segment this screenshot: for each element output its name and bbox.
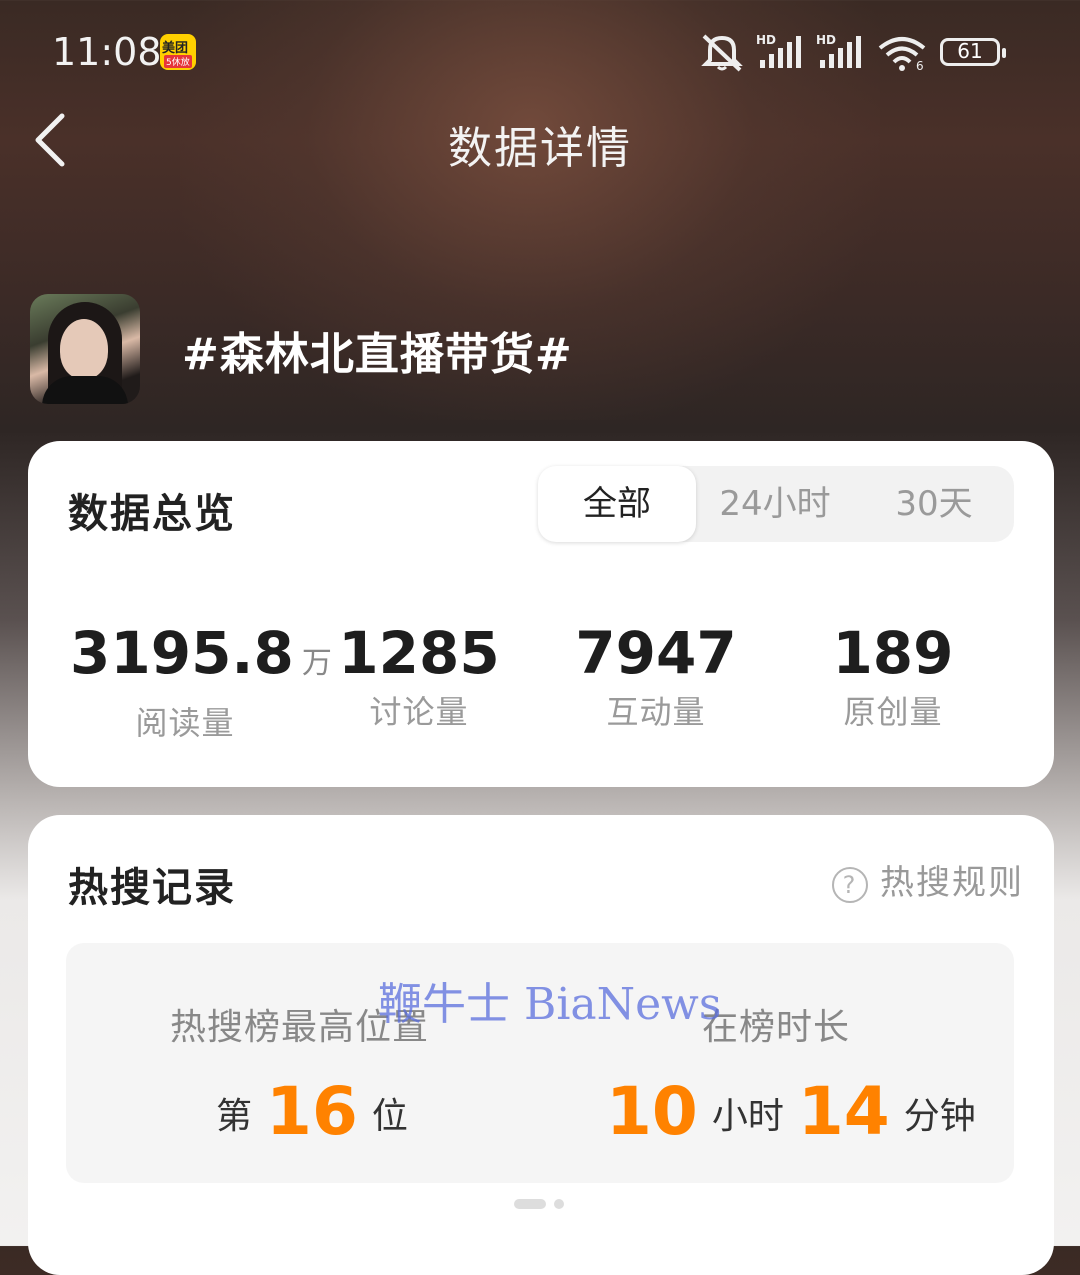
stat-interactions-value: 7947 bbox=[575, 619, 737, 687]
topic-avatar[interactable] bbox=[30, 294, 140, 404]
hot-search-title: 热搜记录 bbox=[68, 865, 236, 911]
question-circle-icon: ? bbox=[832, 866, 868, 903]
wifi-icon: 6 bbox=[878, 37, 926, 72]
tab-30d[interactable]: 30天 bbox=[854, 466, 1014, 542]
status-bar: 11:08 美团 5休放 HD HD 6 61 bbox=[0, 0, 1080, 100]
duration-minutes: 14 bbox=[797, 1073, 890, 1150]
battery-level: 61 bbox=[957, 39, 983, 63]
stat-discussions: 1285 讨论量 bbox=[304, 621, 534, 733]
page-dot bbox=[554, 1199, 564, 1209]
stat-reads: 3195.8 万 阅读量 bbox=[70, 619, 332, 744]
svg-text:HD: HD bbox=[756, 34, 776, 47]
stat-discussions-label: 讨论量 bbox=[369, 693, 469, 731]
battery-icon: 61 bbox=[940, 38, 1006, 66]
mute-icon bbox=[701, 34, 743, 72]
overview-card: 数据总览 全部 24小时 30天 3195.8 万 阅读量 1285 讨论量 79… bbox=[28, 441, 1054, 787]
rank-prefix: 第 bbox=[216, 1096, 253, 1137]
duration-label: 在榜时长 bbox=[702, 1007, 851, 1048]
rank-suffix: 位 bbox=[371, 1096, 408, 1137]
stat-interactions: 7947 互动量 bbox=[541, 621, 771, 733]
stat-reads-value: 3195.8 bbox=[70, 619, 294, 687]
status-time: 11:08 bbox=[52, 30, 162, 74]
stat-interactions-label: 互动量 bbox=[606, 693, 706, 731]
duration-hours-unit: 小时 bbox=[711, 1096, 784, 1137]
page-indicator bbox=[514, 1194, 572, 1213]
duration-hours: 10 bbox=[606, 1073, 698, 1150]
page-title: 数据详情 bbox=[448, 123, 632, 174]
hot-search-rules-label: 热搜规则 bbox=[880, 863, 1024, 903]
hot-search-rules-link[interactable]: ? 热搜规则 bbox=[832, 855, 1024, 904]
svg-text:6: 6 bbox=[916, 59, 924, 72]
tab-24h[interactable]: 24小时 bbox=[696, 466, 854, 542]
page-dot-active bbox=[514, 1199, 546, 1209]
stat-originals: 189 原创量 bbox=[778, 621, 1008, 733]
svg-text:HD: HD bbox=[816, 34, 836, 47]
tab-all[interactable]: 全部 bbox=[538, 466, 696, 542]
signal-1-icon: HD bbox=[756, 34, 801, 68]
stat-originals-value: 189 bbox=[832, 619, 954, 687]
signal-2-icon: HD bbox=[816, 34, 861, 68]
meituan-logo-sub: 5休放 bbox=[164, 55, 192, 68]
topic-name: #森林北直播带货# bbox=[182, 329, 573, 380]
meituan-app-icon: 美团 5休放 bbox=[160, 34, 196, 70]
stat-originals-label: 原创量 bbox=[843, 693, 943, 731]
duration-minutes-unit: 分钟 bbox=[903, 1096, 976, 1137]
time-range-selector: 全部 24小时 30天 bbox=[538, 466, 1014, 542]
rank-value: 16 bbox=[266, 1073, 358, 1150]
overview-title: 数据总览 bbox=[68, 491, 236, 537]
meituan-logo-text: 美团 bbox=[162, 41, 189, 56]
rank-value-row: 第 16 位 bbox=[216, 1073, 408, 1150]
stat-discussions-value: 1285 bbox=[338, 619, 500, 687]
duration-value-row: 10 小时 14 分钟 bbox=[606, 1073, 976, 1150]
stat-reads-label: 阅读量 bbox=[135, 704, 235, 742]
watermark: 鞭牛士 BiaNews bbox=[378, 979, 722, 1030]
